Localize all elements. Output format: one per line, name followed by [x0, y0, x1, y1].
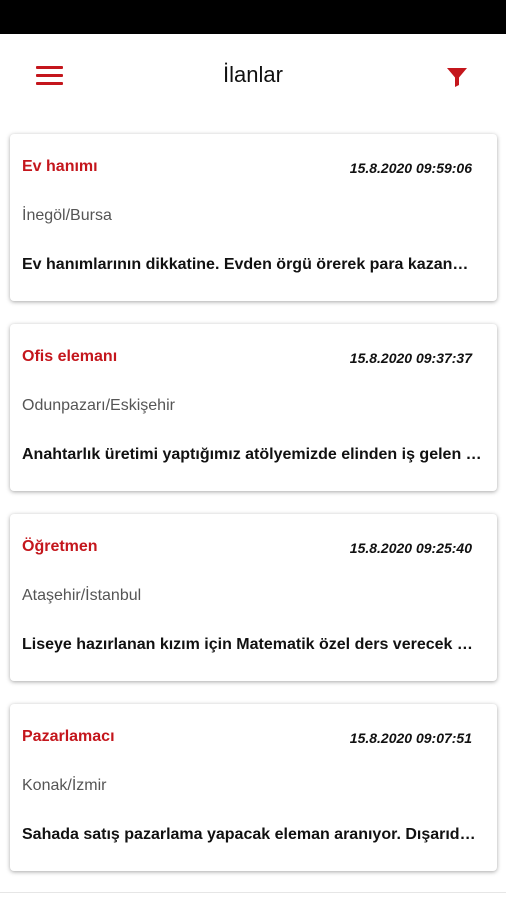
listing-card[interactable]: Pazarlamacı 15.8.2020 09:07:51 Konak/İzm… [10, 704, 497, 871]
status-bar [0, 0, 506, 34]
listing-description: Liseye hazırlanan kızım için Matematik ö… [22, 636, 482, 653]
bottom-divider [0, 892, 506, 893]
app-header: İlanlar [0, 34, 506, 118]
listing-location: Konak/İzmir [22, 777, 107, 794]
filter-icon[interactable] [445, 65, 469, 89]
listing-job-title: Ofis elemanı [22, 348, 118, 365]
listing-job-title: Ev hanımı [22, 158, 98, 175]
page-title: İlanlar [223, 62, 283, 87]
listing-date: 15.8.2020 09:07:51 [349, 730, 472, 746]
listing-description: Ev hanımlarının dikkatine. Evden örgü ör… [22, 256, 482, 273]
listing-card[interactable]: Ofis elemanı 15.8.2020 09:37:37 Odunpaza… [10, 324, 497, 491]
listing-date: 15.8.2020 09:59:06 [349, 160, 472, 176]
listing-card[interactable]: Ev hanımı 15.8.2020 09:59:06 İnegöl/Burs… [10, 134, 497, 301]
listing-description: Anahtarlık üretimi yaptığımız atölyemizd… [22, 446, 482, 463]
listing-list: Ev hanımı 15.8.2020 09:59:06 İnegöl/Burs… [10, 134, 497, 894]
listing-location: İnegöl/Bursa [22, 207, 112, 224]
listing-card[interactable]: Öğretmen 15.8.2020 09:25:40 Ataşehir/İst… [10, 514, 497, 681]
listing-job-title: Pazarlamacı [22, 728, 115, 745]
listing-date: 15.8.2020 09:37:37 [349, 350, 472, 366]
listing-location: Odunpazarı/Eskişehir [22, 397, 175, 414]
listing-location: Ataşehir/İstanbul [22, 587, 142, 604]
listing-date: 15.8.2020 09:25:40 [349, 540, 472, 556]
listing-job-title: Öğretmen [22, 538, 98, 555]
listing-description: Sahada satış pazarlama yapacak eleman ar… [22, 826, 482, 843]
